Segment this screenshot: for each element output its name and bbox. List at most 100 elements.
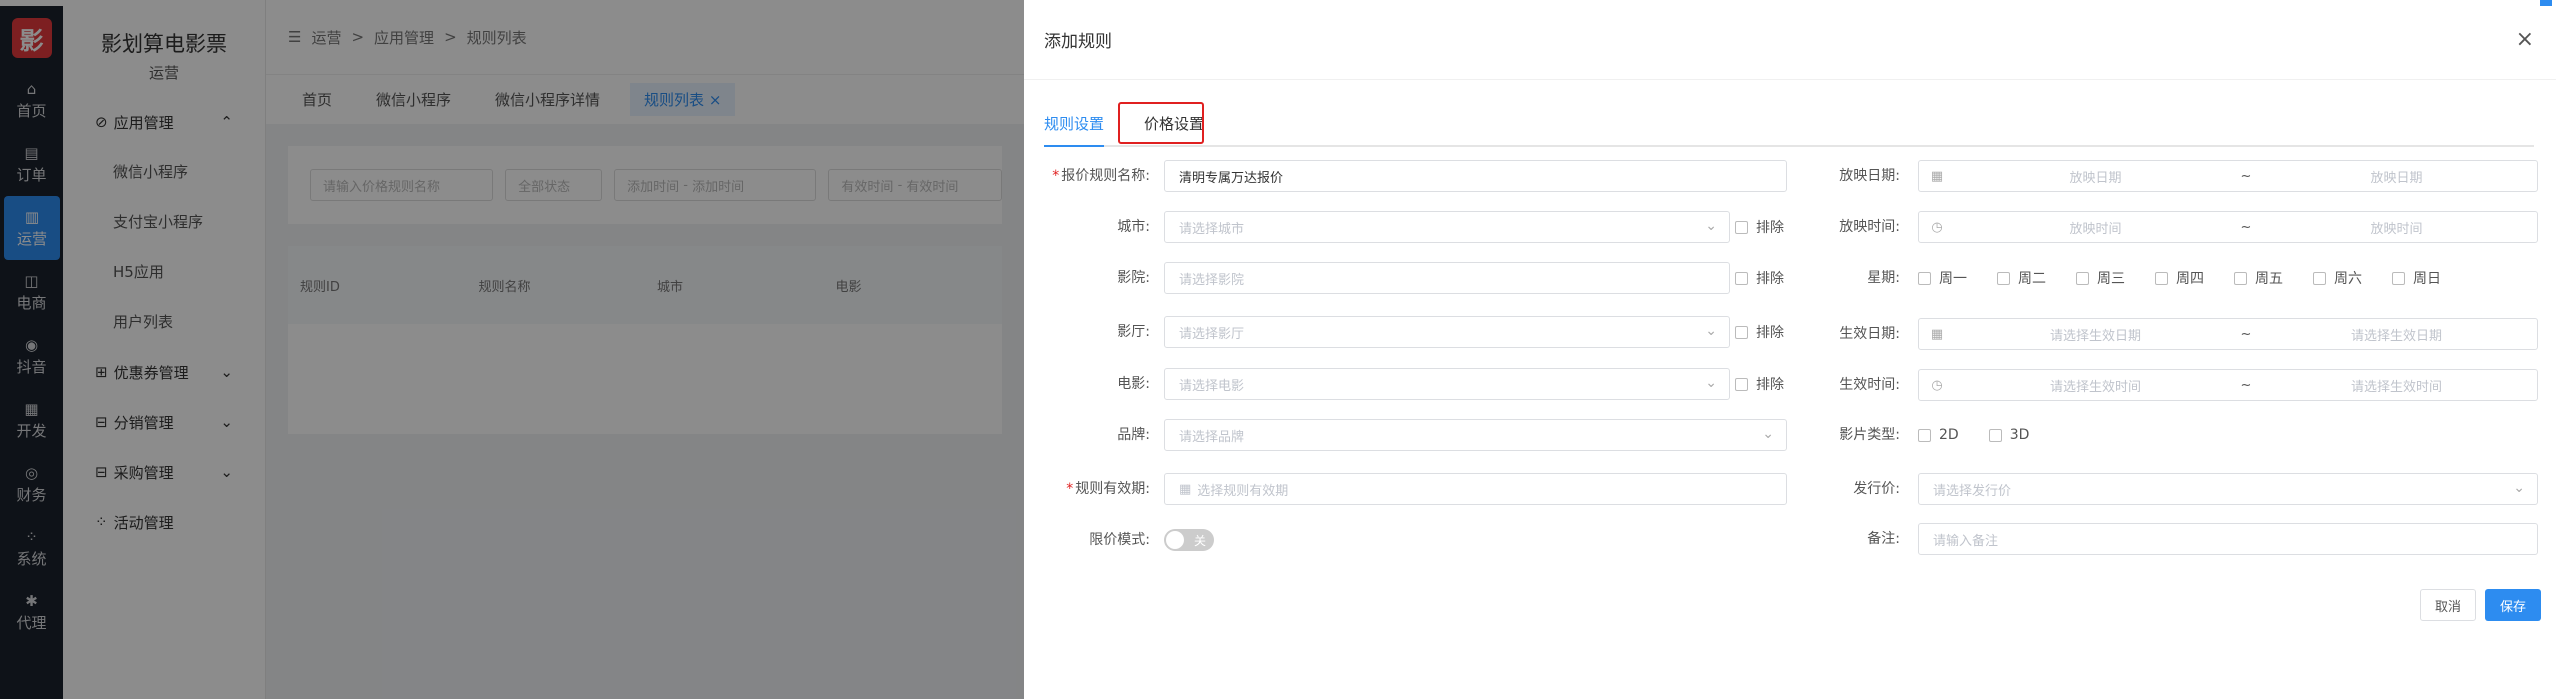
checkbox-label: 周六 <box>2334 271 2362 287</box>
checkbox-label: 周四 <box>2176 271 2204 287</box>
clock-icon: ◷ <box>1931 377 1943 393</box>
checkbox-box <box>1988 428 2002 442</box>
validity-picker[interactable]: ▦ 选择规则有效期 <box>1164 473 1787 505</box>
brand-label: 品牌: <box>1117 427 1150 443</box>
hall-select[interactable]: 请选择影厅 ⌄ <box>1164 316 1730 348</box>
checkbox-box <box>1918 428 1931 442</box>
checkbox-label: 周三 <box>2097 271 2125 287</box>
checkbox-label: 周五 <box>2255 271 2283 287</box>
film-type-2d-checkbox[interactable]: 2D <box>1918 419 1959 451</box>
price-label: 发行价: <box>1853 481 1900 497</box>
checkbox-box <box>1735 220 1748 234</box>
checkbox-box <box>1735 325 1748 339</box>
calendar-icon: ▦ <box>1179 481 1192 497</box>
checkbox-box <box>2155 271 2168 285</box>
checkbox-box <box>1735 377 1748 391</box>
weekday-checkbox-fri[interactable]: 周五 <box>2234 262 2283 294</box>
checkbox-box <box>2313 271 2326 285</box>
checkbox-box <box>1918 271 1931 285</box>
show-time-range[interactable]: ◷ 放映时间 ~ 放映时间 <box>1918 211 2538 243</box>
switch-knob <box>1166 531 1184 549</box>
switch-label: 关 <box>1193 533 1206 548</box>
cancel-button[interactable]: 取消 <box>2420 589 2476 621</box>
cinema-select[interactable]: 请选择影院 <box>1164 262 1730 294</box>
effective-date-range[interactable]: ▦ 请选择生效日期 ~ 请选择生效日期 <box>1918 318 2538 350</box>
weekday-checkbox-sat[interactable]: 周六 <box>2313 262 2362 294</box>
range-end: 请选择生效时间 <box>2350 379 2442 395</box>
label-text: 规则有效期: <box>1075 481 1150 497</box>
show-date-range[interactable]: ▦ 放映日期 ~ 放映日期 <box>1918 160 2538 192</box>
chevron-down-icon: ⌄ <box>2513 480 2525 496</box>
range-start: 放映时间 <box>2069 221 2122 237</box>
effective-time-range[interactable]: ◷ 请选择生效时间 ~ 请选择生效时间 <box>1918 369 2538 401</box>
checkbox-box <box>2234 271 2247 285</box>
film-type-3d-checkbox[interactable]: 3D <box>1988 419 2030 451</box>
validity-label: * 规则有效期: <box>1000 473 1150 505</box>
rule-name-input[interactable]: 清明专属万达报价 <box>1164 160 1787 192</box>
select-placeholder: 请选择城市 <box>1179 221 1245 237</box>
tab-rule-settings[interactable]: 规则设置 <box>1044 103 1105 147</box>
drawer-header: 添加规则 × <box>1024 0 2556 80</box>
checkbox-label: 周日 <box>2413 271 2441 287</box>
checkbox-label: 周二 <box>2018 271 2046 287</box>
drawer-tabs: 规则设置 价格设置 <box>1044 103 2534 147</box>
film-type-label: 影片类型: <box>1839 427 1900 443</box>
film-type-checkboxes: 2D 3D <box>1918 419 2029 451</box>
price-select[interactable]: 请选择发行价 ⌄ <box>1918 473 2538 505</box>
rule-name-label: * 报价规则名称: <box>1000 160 1150 192</box>
checkbox-box <box>2392 271 2405 285</box>
weekday-checkbox-mon[interactable]: 周一 <box>1918 262 1967 294</box>
save-button[interactable]: 保存 <box>2485 589 2541 621</box>
remark-label: 备注: <box>1867 531 1900 547</box>
hall-label: 影厅: <box>1117 324 1150 340</box>
weekday-checkbox-tue[interactable]: 周二 <box>1997 262 2046 294</box>
effective-date-label: 生效日期: <box>1839 326 1900 342</box>
select-placeholder: 请选择电影 <box>1179 378 1245 394</box>
required-mark: * <box>1066 481 1074 497</box>
drawer-title: 添加规则 <box>1044 32 1112 52</box>
range-end: 放映时间 <box>2370 221 2423 237</box>
weekday-checkbox-sun[interactable]: 周日 <box>2392 262 2441 294</box>
select-placeholder: 请选择发行价 <box>1933 483 2012 499</box>
scrollbar-thumb[interactable] <box>2540 0 2552 6</box>
range-end: 放映日期 <box>2370 170 2423 186</box>
remark-input[interactable]: 请输入备注 <box>1918 523 2538 555</box>
checkbox-label: 3D <box>2009 427 2030 443</box>
city-select[interactable]: 请选择城市 ⌄ <box>1164 211 1730 243</box>
range-start: 放映日期 <box>2069 170 2122 186</box>
select-placeholder: 请选择品牌 <box>1179 429 1245 445</box>
range-sep: ~ <box>2240 219 2252 235</box>
modal-overlay[interactable] <box>0 0 1024 699</box>
calendar-icon: ▦ <box>1930 168 1944 184</box>
close-icon[interactable]: × <box>2516 27 2534 52</box>
movie-select[interactable]: 请选择电影 ⌄ <box>1164 368 1730 400</box>
limit-mode-switch[interactable]: 关 <box>1164 529 1214 551</box>
chevron-down-icon: ⌄ <box>1705 218 1717 234</box>
weekday-checkboxes: 周一 周二 周三 周四 周五 周六 周日 <box>1918 262 2441 294</box>
range-end: 请选择生效日期 <box>2350 328 2442 344</box>
range-sep: ~ <box>2240 326 2252 342</box>
chevron-down-icon: ⌄ <box>1705 375 1717 391</box>
chevron-down-icon: ⌄ <box>1705 323 1717 339</box>
checkbox-box <box>1735 271 1748 285</box>
checkbox-box <box>1997 271 2010 285</box>
range-start: 请选择生效时间 <box>2049 379 2141 395</box>
range-sep: ~ <box>2240 377 2252 393</box>
limit-mode-label: 限价模式: <box>1089 532 1150 548</box>
required-mark: * <box>1052 168 1060 184</box>
show-time-label: 放映时间: <box>1839 219 1900 235</box>
range-start: 请选择生效日期 <box>2049 328 2141 344</box>
checkbox-box <box>2076 271 2089 285</box>
weekday-checkbox-wed[interactable]: 周三 <box>2076 262 2125 294</box>
cinema-label: 影院: <box>1117 270 1150 286</box>
picker-placeholder: 选择规则有效期 <box>1197 483 1289 499</box>
effective-time-label: 生效时间: <box>1839 377 1900 393</box>
brand-select[interactable]: 请选择品牌 ⌄ <box>1164 419 1787 451</box>
range-sep: ~ <box>2240 168 2252 184</box>
show-date-label: 放映日期: <box>1839 168 1900 184</box>
clock-icon: ◷ <box>1931 219 1943 235</box>
weekday-checkbox-thu[interactable]: 周四 <box>2155 262 2204 294</box>
checkbox-label: 2D <box>1939 427 1959 443</box>
calendar-icon: ▦ <box>1930 326 1944 342</box>
week-label: 星期: <box>1867 270 1900 286</box>
